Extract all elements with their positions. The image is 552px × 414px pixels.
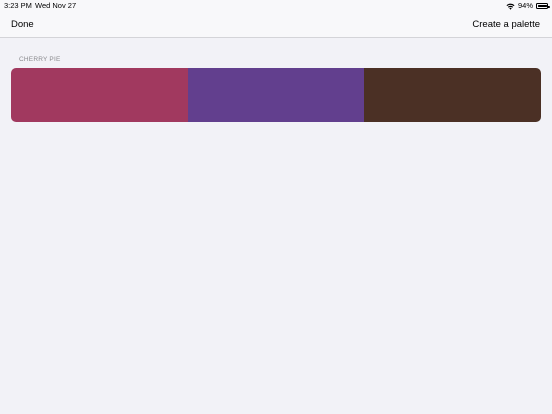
palette-list-screen: 3:23 PM Wed Nov 27 94% Done Create a pal… — [0, 0, 552, 414]
color-swatch-2[interactable] — [188, 68, 364, 122]
navigation-bar: Done Create a palette — [0, 12, 552, 38]
status-bar: 3:23 PM Wed Nov 27 94% — [0, 0, 552, 12]
status-indicators: 94% — [506, 0, 550, 12]
battery-percent: 94% — [517, 1, 533, 10]
color-swatch-1[interactable] — [11, 68, 188, 122]
battery-fill — [537, 4, 547, 8]
wifi-icon — [506, 3, 515, 10]
status-date: Wed Nov 27 — [35, 1, 77, 10]
battery-cap — [548, 5, 550, 8]
palette-name-header: CHERRY PIE — [19, 56, 61, 63]
status-time: 3:23 PM — [4, 1, 32, 10]
create-palette-button[interactable]: Create a palette — [472, 19, 540, 30]
done-button[interactable]: Done — [11, 19, 34, 30]
color-swatch-3[interactable] — [364, 68, 541, 122]
battery-icon — [536, 3, 550, 9]
palette-row-cherry-pie[interactable] — [11, 68, 541, 122]
